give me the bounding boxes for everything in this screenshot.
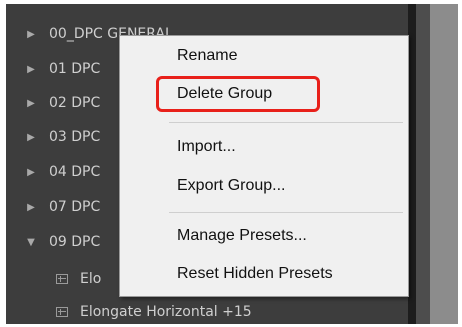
- menu-item-delete-group[interactable]: Delete Group: [177, 84, 272, 104]
- lightroom-presets-panel-frame: ▶ 00_DPC GENERAL ▶ 01 DPC ▶ 02 DPC ▶ 03 …: [6, 4, 458, 324]
- disclosure-triangle-collapsed-icon[interactable]: ▶: [26, 167, 36, 178]
- preset-group-label: 03 DPC: [49, 129, 101, 145]
- menu-separator: [169, 122, 403, 123]
- panel-divider: [408, 4, 416, 324]
- preset-item-label: Elo: [80, 271, 102, 287]
- menu-item-manage-presets[interactable]: Manage Presets...: [177, 226, 307, 246]
- preset-group-label: 01 DPC: [49, 61, 101, 77]
- preset-item-elongate-horizontal[interactable]: Elongate Horizontal +15: [6, 299, 408, 324]
- menu-item-import[interactable]: Import...: [177, 137, 236, 157]
- context-menu: Rename Delete Group Import... Export Gro…: [119, 35, 409, 297]
- preset-group-label: 02 DPC: [49, 95, 101, 111]
- disclosure-triangle-collapsed-icon[interactable]: ▶: [26, 29, 36, 40]
- menu-item-export-group[interactable]: Export Group...: [177, 176, 286, 196]
- preset-group-label: 09 DPC: [49, 234, 101, 250]
- preset-item-label: Elongate Horizontal +15: [80, 304, 252, 320]
- menu-item-rename[interactable]: Rename: [177, 46, 237, 66]
- disclosure-triangle-collapsed-icon[interactable]: ▶: [26, 64, 36, 75]
- disclosure-triangle-collapsed-icon[interactable]: ▶: [26, 132, 36, 143]
- preset-group-label: 07 DPC: [49, 199, 101, 215]
- preset-icon: [56, 307, 68, 317]
- menu-item-reset-hidden-presets[interactable]: Reset Hidden Presets: [177, 264, 333, 284]
- preset-group-label: 04 DPC: [49, 164, 101, 180]
- disclosure-triangle-expanded-icon[interactable]: ▼: [26, 237, 36, 248]
- scrollbar[interactable]: [416, 4, 430, 324]
- disclosure-triangle-collapsed-icon[interactable]: ▶: [26, 202, 36, 213]
- menu-separator: [169, 212, 403, 213]
- preset-icon: [56, 274, 68, 284]
- disclosure-triangle-collapsed-icon[interactable]: ▶: [26, 98, 36, 109]
